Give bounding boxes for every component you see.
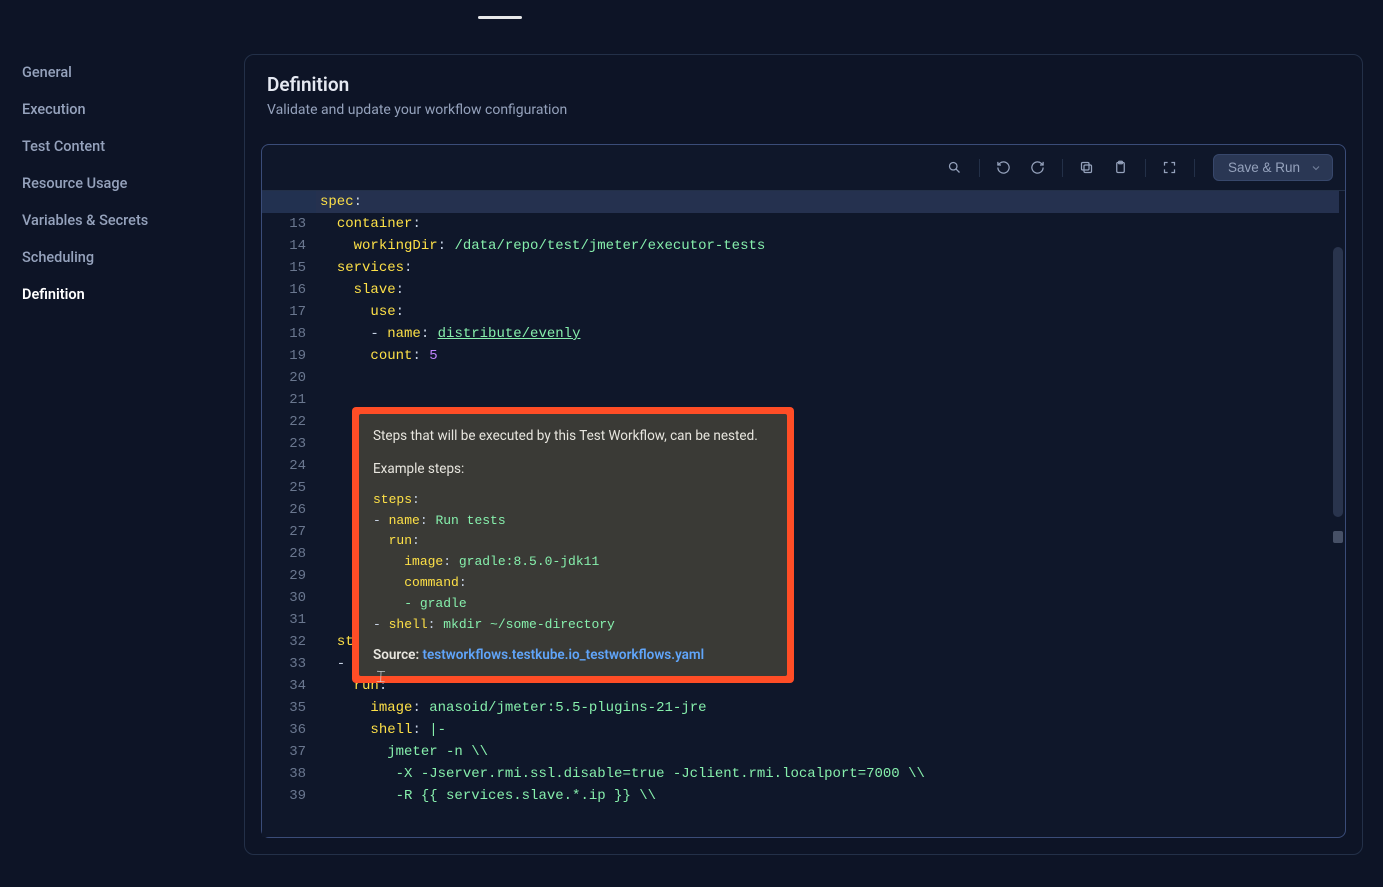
line-number: 38 [262,763,306,785]
code-line[interactable]: use: [320,301,1345,323]
line-number: 27 [262,521,306,543]
main-header: Definition Validate and update your work… [245,55,1362,132]
line-number: 23 [262,433,306,455]
code-line[interactable]: - name: distribute/evenly [320,323,1345,345]
line-number: 20 [262,367,306,389]
line-number: 24 [262,455,306,477]
tooltip-source-link[interactable]: testworkflows.testkube.io_testworkflows.… [423,647,705,663]
line-number: 36 [262,719,306,741]
editor-toolbar: Save & Run [262,145,1345,191]
line-number: 30 [262,587,306,609]
tooltip-source: Source: testworkflows.testkube.io_testwo… [373,645,773,666]
tooltip-code: steps: - name: Run tests run: image: gra… [373,490,773,636]
save-run-button[interactable]: Save & Run [1213,154,1333,181]
search-icon[interactable] [941,154,969,182]
line-number: 22 [262,411,306,433]
code-line[interactable]: -X -Jserver.rmi.ssl.disable=true -Jclien… [320,763,1345,785]
toolbar-separator [979,159,980,177]
toolbar-separator [1062,159,1063,177]
tooltip-subheading: Example steps: [373,459,773,480]
chevron-down-icon [1310,162,1322,174]
paste-icon[interactable] [1107,154,1135,182]
tooltip-highlight-box: Steps that will be executed by this Test… [352,407,794,683]
page-title: Definition [267,73,1340,96]
line-number: 39 [262,785,306,807]
code-line[interactable]: shell: |- [320,719,1345,741]
toolbar-separator [1145,159,1146,177]
top-tab-underline [478,16,522,19]
sidebar-item-scheduling[interactable]: Scheduling [22,239,244,276]
hover-tooltip: Steps that will be executed by this Test… [359,414,787,676]
line-number: 37 [262,741,306,763]
line-number: 13 [262,213,306,235]
line-number: 29 [262,565,306,587]
save-run-label: Save & Run [1228,160,1300,175]
sidebar-item-resource-usage[interactable]: Resource Usage [22,165,244,202]
line-number: 14 [262,235,306,257]
tooltip-source-label: Source: [373,647,419,663]
code-line[interactable]: workingDir: /data/repo/test/jmeter/execu… [320,235,1345,257]
tooltip-heading: Steps that will be executed by this Test… [373,426,773,447]
line-number: 19 [262,345,306,367]
toolbar-separator [1194,159,1195,177]
line-gutter: 6131415161718192021222324252627282930313… [262,191,316,837]
copy-icon[interactable] [1073,154,1101,182]
sidebar-item-variables-secrets[interactable]: Variables & Secrets [22,202,244,239]
redo-icon[interactable] [1024,154,1052,182]
line-number: 16 [262,279,306,301]
undo-icon[interactable] [990,154,1018,182]
line-number: 35 [262,697,306,719]
code-line[interactable]: spec: [320,191,1345,213]
code-line[interactable]: jmeter -n \\ [320,741,1345,763]
code-line[interactable]: image: anasoid/jmeter:5.5-plugins-21-jre [320,697,1345,719]
line-number: 26 [262,499,306,521]
code-line[interactable]: slave: [320,279,1345,301]
code-line[interactable]: container: [320,213,1345,235]
line-number: 25 [262,477,306,499]
line-number: 31 [262,609,306,631]
fullscreen-icon[interactable] [1156,154,1184,182]
code-line[interactable]: -R {{ services.slave.*.ip }} \\ [320,785,1345,807]
sidebar-item-general[interactable]: General [22,54,244,91]
line-number: 18 [262,323,306,345]
code-line[interactable]: services: [320,257,1345,279]
sidebar-item-definition[interactable]: Definition [22,276,244,313]
sidebar-item-execution[interactable]: Execution [22,91,244,128]
line-number: 28 [262,543,306,565]
line-number: 32 [262,631,306,653]
line-number: 34 [262,675,306,697]
sidebar-item-test-content[interactable]: Test Content [22,128,244,165]
code-line[interactable]: count: 5 [320,345,1345,367]
line-number: 15 [262,257,306,279]
page-subtitle: Validate and update your workflow config… [267,102,1340,118]
line-number: 33 [262,653,306,675]
text-cursor-icon: ⌶ [376,667,386,687]
code-line[interactable] [320,367,1345,389]
line-number: 21 [262,389,306,411]
sidebar: General Execution Test Content Resource … [0,10,244,877]
line-number: 17 [262,301,306,323]
